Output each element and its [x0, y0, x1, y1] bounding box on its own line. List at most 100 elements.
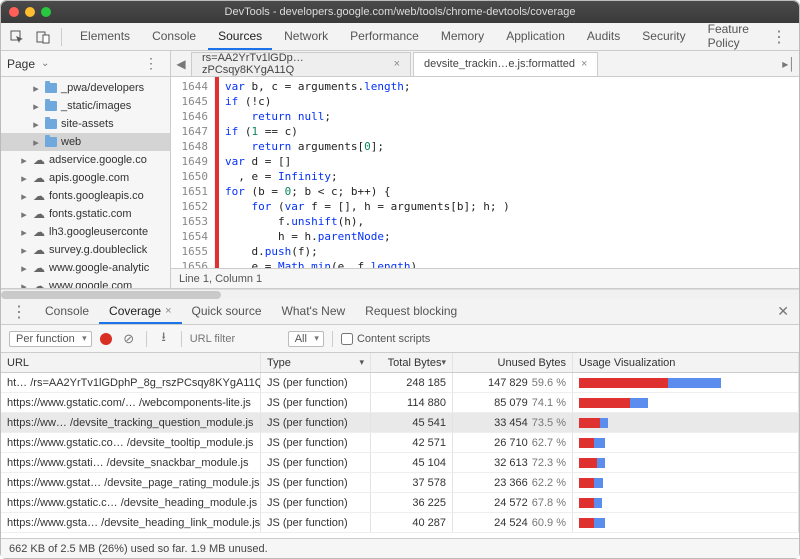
drawer-tab-request-blocking[interactable]: Request blocking [355, 300, 467, 324]
content-scripts-input[interactable] [341, 333, 353, 345]
tree-item[interactable]: ▸☁www.google-analytic [1, 259, 170, 277]
tab-elements[interactable]: Elements [70, 24, 140, 50]
disclosure-triangle-icon[interactable]: ▸ [19, 280, 29, 289]
content-scripts-label: Content scripts [357, 333, 430, 345]
url-filter-input[interactable] [190, 333, 280, 345]
cell-unused-bytes: 26 71062.7 % [453, 433, 573, 452]
tree-item[interactable]: ▸☁fonts.gstatic.com [1, 205, 170, 223]
disclosure-triangle-icon[interactable]: ▸ [31, 100, 41, 113]
drawer-tab-what-s-new[interactable]: What's New [272, 300, 356, 324]
close-tab-icon[interactable]: × [581, 58, 587, 70]
tree-item-label: site-assets [61, 118, 114, 130]
table-row[interactable]: https://www.gsta… /devsite_heading_link_… [1, 513, 799, 533]
col-total-bytes[interactable]: Total Bytes [371, 353, 453, 372]
type-filter-select[interactable]: All [288, 331, 324, 347]
export-icon[interactable]: ⭳ [155, 328, 173, 350]
inspect-element-icon[interactable] [7, 27, 27, 47]
cell-usage-visualization [573, 373, 799, 392]
coverage-mode-select[interactable]: Per function [9, 331, 92, 347]
close-tab-icon[interactable]: × [394, 58, 400, 70]
scroll-thumb[interactable] [1, 291, 221, 299]
clear-icon[interactable]: ⊘ [120, 331, 138, 347]
cell-usage-visualization [573, 433, 799, 452]
cloud-icon: ☁ [33, 225, 45, 239]
drawer-close-icon[interactable]: ✕ [773, 303, 793, 320]
drawer-more-icon[interactable]: ⋮ [7, 302, 31, 322]
disclosure-triangle-icon[interactable]: ▸ [19, 208, 29, 221]
tree-item[interactable]: ▸☁fonts.googleapis.co [1, 187, 170, 205]
table-row[interactable]: https://ww… /devsite_tracking_question_m… [1, 413, 799, 433]
tab-memory[interactable]: Memory [431, 24, 494, 50]
disclosure-triangle-icon[interactable]: ▸ [31, 118, 41, 131]
close-window-button[interactable] [9, 7, 19, 17]
tab-network[interactable]: Network [274, 24, 338, 50]
more-menu-icon[interactable]: ⋮ [765, 27, 793, 47]
code-editor[interactable]: 1644 1645 1646 1647 1648 1649 1650 1651 … [171, 77, 799, 268]
coverage-summary: 662 KB of 2.5 MB (26%) used so far. 1.9 … [9, 543, 268, 555]
cell-usage-visualization [573, 513, 799, 532]
disclosure-triangle-icon[interactable]: ▸ [19, 244, 29, 257]
tree-item[interactable]: ▸_pwa/developers [1, 79, 170, 97]
tab-console[interactable]: Console [142, 24, 206, 50]
tab-audits[interactable]: Audits [577, 24, 630, 50]
folder-icon [45, 137, 57, 147]
drawer-tab-coverage[interactable]: Coverage× [99, 300, 181, 324]
zoom-window-button[interactable] [41, 7, 51, 17]
cell-type: JS (per function) [261, 373, 371, 392]
sources-panel: Page ⌄ ⋮ ▸_pwa/developers▸_static/images… [1, 51, 799, 289]
table-row[interactable]: https://www.gstat… /devsite_page_rating_… [1, 473, 799, 493]
drawer-tab-quick-source[interactable]: Quick source [182, 300, 272, 324]
device-toolbar-icon[interactable] [33, 27, 53, 47]
table-row[interactable]: https://www.gstatic.com/… /webcomponents… [1, 393, 799, 413]
col-type[interactable]: Type▾ [261, 353, 371, 372]
content-scripts-checkbox[interactable]: Content scripts [341, 333, 430, 345]
record-button[interactable] [100, 333, 112, 345]
cell-total-bytes: 114 880 [371, 393, 453, 412]
col-usage-visualization[interactable]: Usage Visualization [573, 353, 799, 372]
main-toolbar: ElementsConsoleSourcesNetworkPerformance… [1, 23, 799, 51]
tabstrip-overflow-icon[interactable]: ▸│ [779, 57, 799, 71]
tree-item[interactable]: ▸☁apis.google.com [1, 169, 170, 187]
usage-bar [579, 378, 729, 388]
disclosure-triangle-icon[interactable]: ▸ [19, 154, 29, 167]
editor-tab[interactable]: devsite_trackin…e.js:formatted× [413, 52, 598, 76]
tab-performance[interactable]: Performance [340, 24, 429, 50]
usage-bar [579, 398, 729, 408]
tab-security[interactable]: Security [632, 24, 695, 50]
tree-item[interactable]: ▸web [1, 133, 170, 151]
table-row[interactable]: https://www.gstati… /devsite_snackbar_mo… [1, 453, 799, 473]
close-tab-icon[interactable]: × [165, 305, 171, 317]
tab-application[interactable]: Application [496, 24, 575, 50]
disclosure-triangle-icon[interactable]: ▸ [31, 136, 41, 149]
navigator-more-icon[interactable]: ⋮ [138, 55, 164, 72]
disclosure-triangle-icon[interactable]: ▸ [19, 190, 29, 203]
table-row[interactable]: https://www.gstatic.co… /devsite_tooltip… [1, 433, 799, 453]
minimize-window-button[interactable] [25, 7, 35, 17]
disclosure-triangle-icon[interactable]: ▸ [19, 172, 29, 185]
tree-item[interactable]: ▸☁adservice.google.co [1, 151, 170, 169]
tabstrip-back-icon[interactable]: ◀ [171, 57, 191, 71]
col-url[interactable]: URL [1, 353, 261, 372]
drawer-tab-console[interactable]: Console [35, 300, 99, 324]
disclosure-triangle-icon[interactable]: ▸ [31, 82, 41, 95]
disclosure-triangle-icon[interactable]: ▸ [19, 262, 29, 275]
tab-sources[interactable]: Sources [208, 24, 272, 50]
code-content[interactable]: var b, c = arguments.length; if (!c) ret… [219, 77, 799, 268]
disclosure-triangle-icon[interactable]: ▸ [19, 226, 29, 239]
navigator-tab-label[interactable]: Page [7, 57, 35, 71]
cell-unused-bytes: 32 61372.3 % [453, 453, 573, 472]
tree-item[interactable]: ▸_static/images [1, 97, 170, 115]
chevron-down-icon[interactable]: ⌄ [41, 58, 49, 69]
tree-item[interactable]: ▸☁survey.g.doubleclick [1, 241, 170, 259]
cell-unused-bytes: 24 52460.9 % [453, 513, 573, 532]
tab-feature-policy[interactable]: Feature Policy [698, 24, 759, 50]
tree-item[interactable]: ▸☁lh3.googleuserconte [1, 223, 170, 241]
cloud-icon: ☁ [33, 261, 45, 275]
horizontal-scrollbar[interactable] [1, 289, 799, 299]
editor-tab[interactable]: rs=AA2YrTv1lGDp…zPCsqy8KYgA11Q× [191, 52, 411, 76]
table-row[interactable]: https://www.gstatic.c… /devsite_heading_… [1, 493, 799, 513]
table-row[interactable]: ht… /rs=AA2YrTv1lGDphP_8g_rszPCsqy8KYgA1… [1, 373, 799, 393]
col-unused-bytes[interactable]: Unused Bytes [453, 353, 573, 372]
tree-item[interactable]: ▸☁www.google.com [1, 277, 170, 288]
tree-item[interactable]: ▸ site-assets [1, 115, 170, 133]
